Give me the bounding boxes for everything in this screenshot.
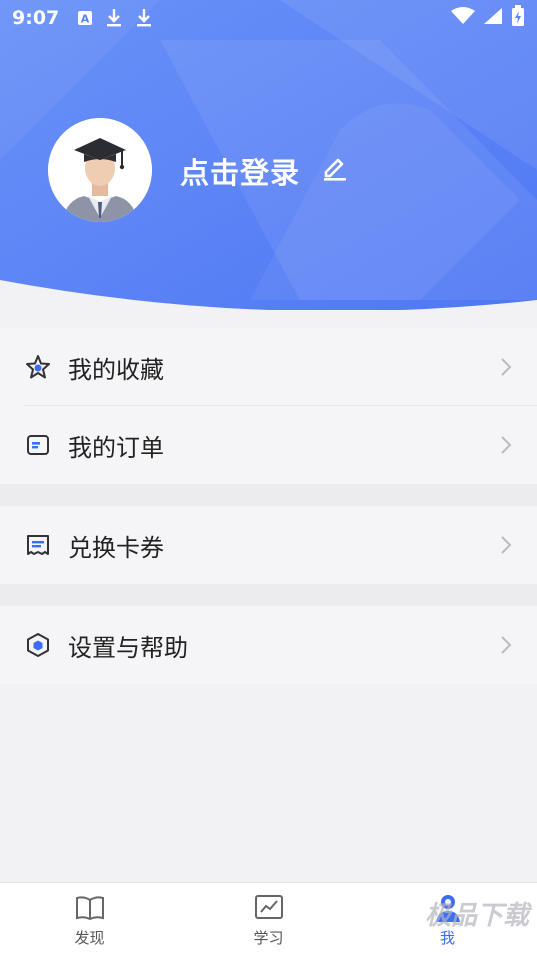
watermark: 极品下载 [424,901,529,931]
status-bar: 9:07 A [0,0,537,36]
svg-text:A: A [81,13,90,26]
profile-header: 9:07 A 点击登录 [0,0,537,310]
menu-item-favorites[interactable]: 我的收藏 [0,328,537,406]
chart-icon [254,895,283,919]
menu-label-orders: 我的订单 [68,433,164,462]
wifi-icon [451,6,475,30]
menu-item-orders[interactable]: 我的订单 [0,406,537,484]
battery-charging-icon [511,4,525,32]
menu-group-account: 我的收藏 我的订单 [0,328,537,484]
nav-discover[interactable]: 发现 [0,883,179,956]
login-button[interactable]: 点击登录 [180,150,300,192]
graduate-avatar-icon [48,118,152,222]
chevron-right-icon [501,436,512,454]
nav-study-label: 学习 [253,929,284,947]
ticket-icon [24,531,52,559]
download-icon [105,8,123,28]
menu-item-redeem[interactable]: 兑换卡券 [0,506,537,584]
nav-discover-label: 发现 [74,929,105,947]
section-gap [0,584,537,606]
menu-group-settings: 设置与帮助 [0,606,537,684]
menu-item-settings[interactable]: 设置与帮助 [0,606,537,684]
signal-icon [483,7,503,30]
menu-label-settings: 设置与帮助 [68,633,188,662]
chevron-right-icon [501,358,512,376]
section-gap [0,484,537,506]
order-icon [24,431,52,459]
chevron-right-icon [501,536,512,554]
edit-icon[interactable] [322,156,348,182]
status-time: 9:07 [12,7,60,29]
menu-group-redeem: 兑换卡券 [0,506,537,584]
download-icon [135,8,153,28]
book-icon [75,896,104,921]
hexagon-icon [24,631,52,659]
avatar[interactable] [48,118,152,222]
notification-a-icon: A [77,10,93,26]
chevron-right-icon [501,636,512,654]
star-icon [24,353,52,381]
menu-label-redeem: 兑换卡券 [68,533,164,562]
nav-study[interactable]: 学习 [179,883,358,956]
menu-label-favorites: 我的收藏 [68,355,164,384]
